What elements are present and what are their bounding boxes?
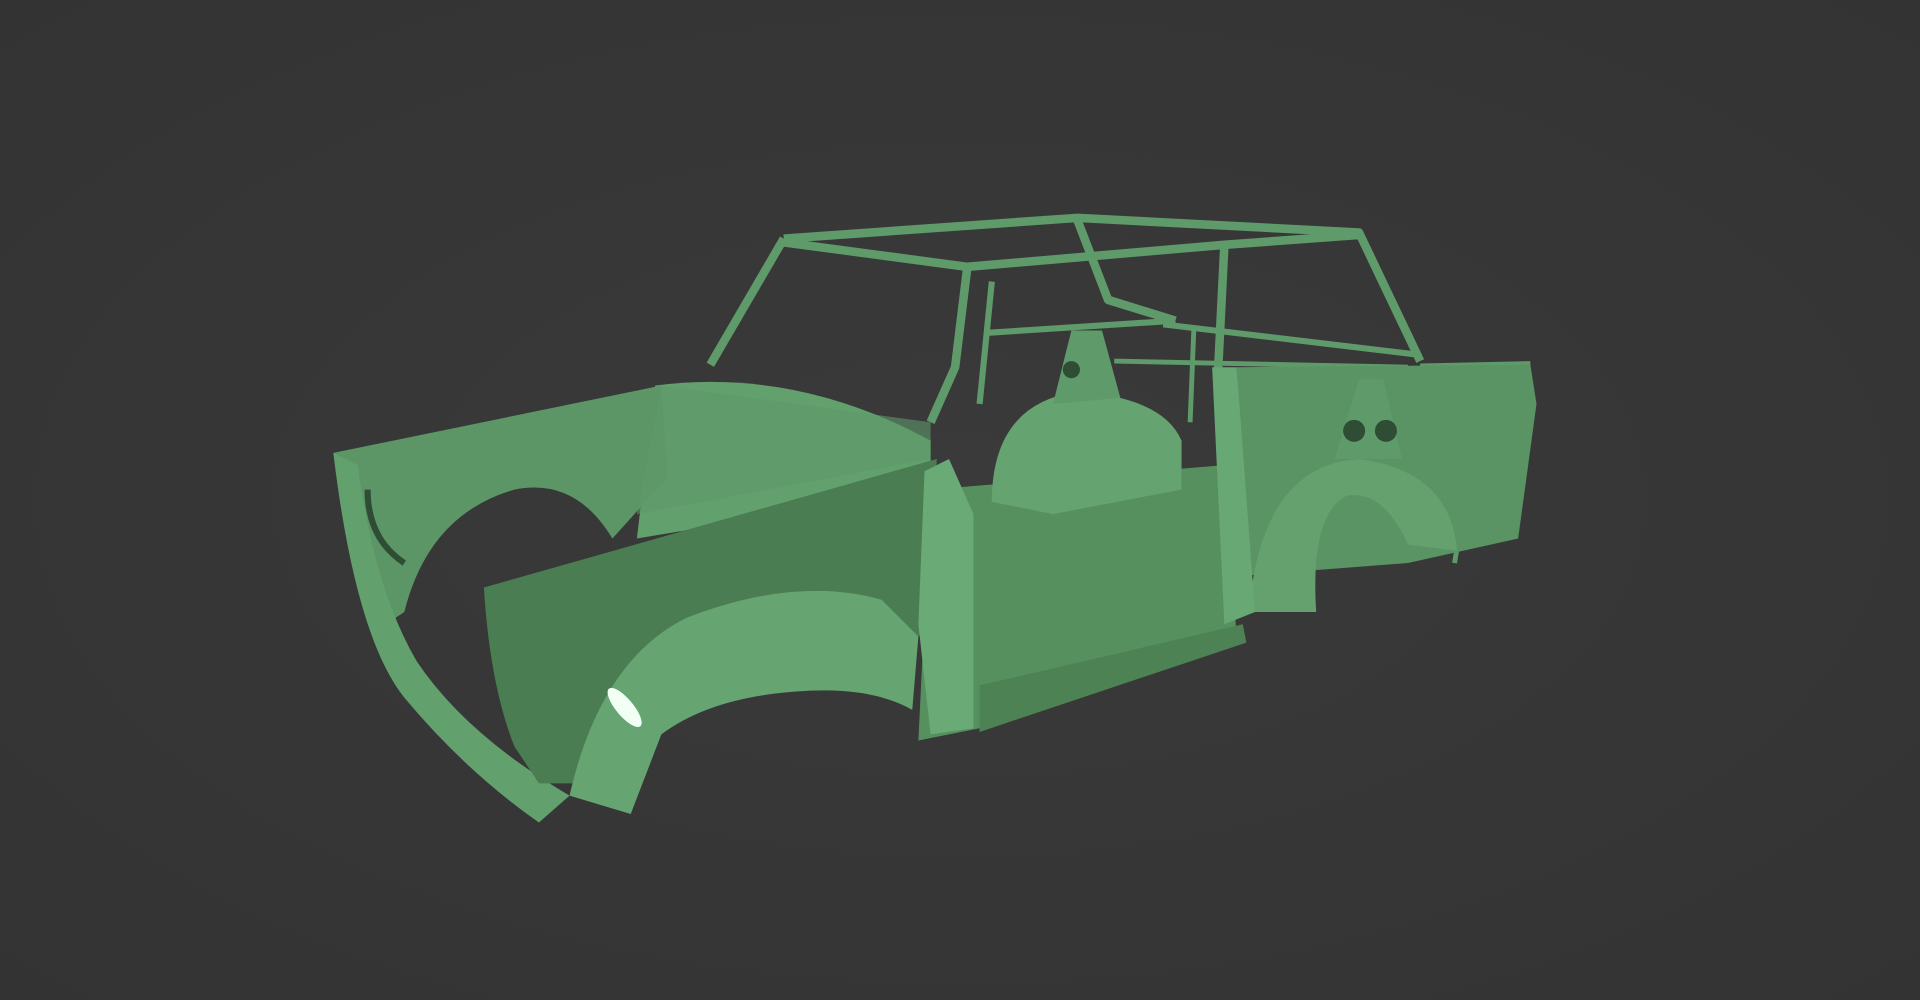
a-pillar (918, 458, 974, 735)
car-body-model (333, 213, 1537, 823)
3d-viewport[interactable] (0, 0, 1920, 1000)
seat-mount (1053, 330, 1121, 404)
